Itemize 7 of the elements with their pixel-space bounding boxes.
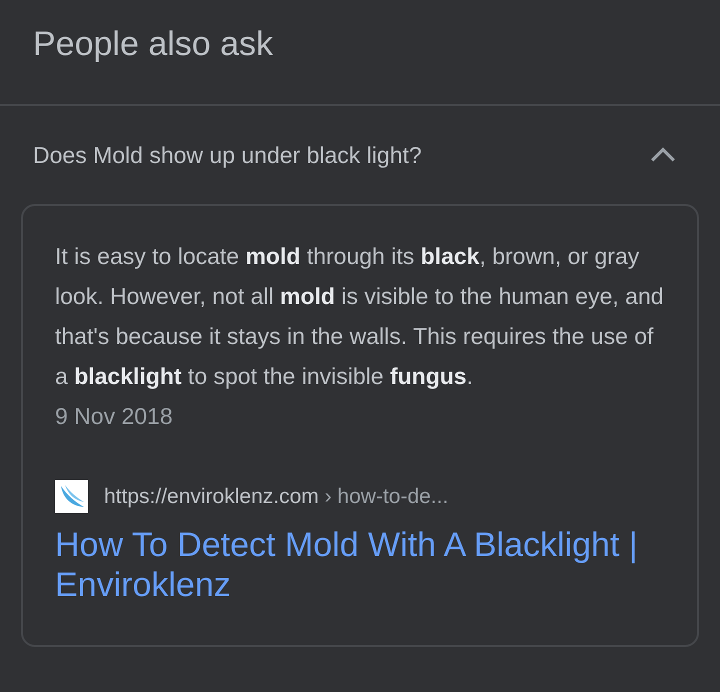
chevron-up-icon [649,146,677,164]
question-row[interactable]: Does Mold show up under black light? [0,106,720,204]
answer-text: It is easy to locate mold through its black, brown, or gray look. However, not all mold is visible to the human eye, and that's because it stays in the walls. This requires the use of a blacklight to spot the invisible fungus. [55,242,665,391]
date-text: 9 Nov 2018 [55,402,174,431]
source-url: https://enviroklenz.com › how-to-de... [104,484,448,510]
result-link[interactable]: How To Detect Mold With A Blacklight | Enviroklenz [55,525,665,605]
section-title: People also ask [0,0,720,106]
